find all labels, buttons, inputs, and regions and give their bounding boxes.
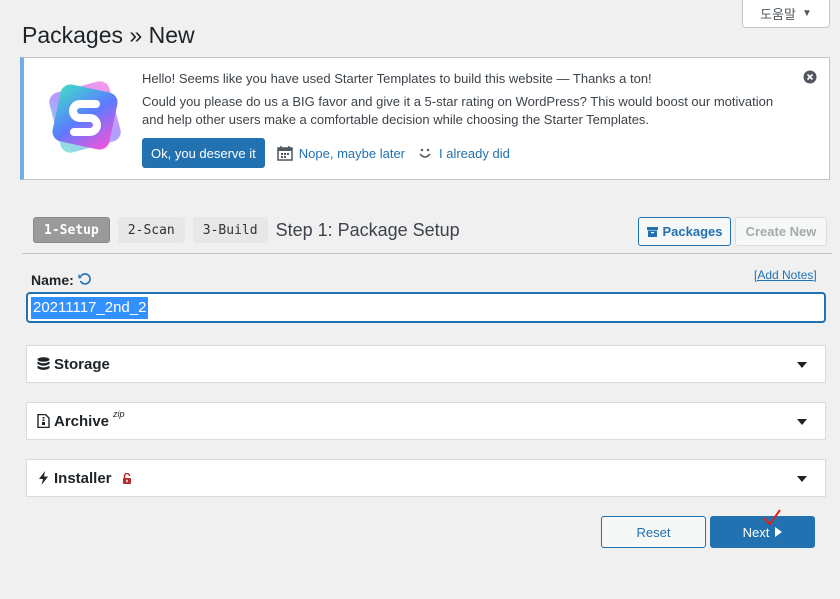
dismiss-icon[interactable]	[803, 70, 817, 84]
archive-panel[interactable]: Archive zip	[26, 402, 826, 440]
calendar-icon	[277, 146, 293, 161]
already-did-label: I already did	[439, 145, 510, 161]
step-setup: 1-Setup	[33, 217, 110, 243]
nope-later-label: Nope, maybe later	[298, 145, 406, 161]
rating-notice: Hello! Seems like you have used Starter …	[20, 57, 830, 180]
create-new-button[interactable]: Create New	[735, 217, 827, 246]
smiley-icon	[419, 148, 431, 158]
unlock-icon	[122, 472, 131, 484]
nope-later-link[interactable]: Nope, maybe later	[277, 145, 405, 161]
archive-box-icon	[646, 226, 658, 237]
storage-label: Storage	[54, 355, 110, 373]
notice-line-2: Could you please do us a BIG favor and g…	[142, 94, 774, 127]
caret-down-icon	[797, 476, 807, 482]
archive-label: Archive	[54, 412, 110, 430]
installer-label: Installer	[54, 469, 112, 487]
page-title: Packages » New	[22, 22, 195, 48]
ok-deserve-it-button[interactable]: Ok, you deserve it	[142, 138, 265, 168]
notice-line-1: Hello! Seems like you have used Starter …	[142, 71, 652, 86]
name-label: Name:	[31, 272, 92, 288]
reset-button[interactable]: Reset	[601, 516, 706, 548]
name-input[interactable]: 20211117_2nd_2	[26, 292, 826, 323]
packages-label: Packages	[662, 224, 723, 239]
packages-button[interactable]: Packages	[638, 217, 731, 246]
help-tab-button[interactable]: 도움말 ▼	[742, 0, 830, 28]
step-build: 3-Build	[192, 217, 268, 243]
already-did-link[interactable]: I already did	[417, 145, 510, 161]
caret-down-icon	[797, 419, 807, 425]
help-tab-label: 도움말	[760, 7, 796, 22]
name-label-text: Name:	[31, 272, 74, 288]
add-notes-link[interactable]: [Add Notes]	[754, 268, 817, 282]
chevron-down-icon: ▼	[801, 8, 812, 19]
divider	[22, 253, 832, 254]
step-indicator: 1-Setup 2-Scan 3-Build Step 1: Package S…	[33, 217, 460, 243]
name-input-value: 20211117_2nd_2	[31, 297, 149, 319]
bolt-icon	[39, 471, 48, 485]
step-title: Step 1: Package Setup	[275, 219, 460, 240]
archive-format-label: zip	[113, 409, 125, 419]
red-checkmark-icon	[763, 509, 781, 526]
database-icon	[37, 357, 50, 371]
step-scan: 2-Scan	[117, 217, 185, 243]
file-zip-icon	[37, 414, 50, 428]
undo-icon[interactable]	[78, 273, 92, 287]
installer-panel[interactable]: Installer	[26, 459, 826, 497]
storage-panel[interactable]: Storage	[26, 345, 826, 383]
starter-templates-logo-icon	[49, 81, 121, 153]
play-arrow-icon	[775, 527, 783, 537]
caret-down-icon	[797, 362, 807, 368]
